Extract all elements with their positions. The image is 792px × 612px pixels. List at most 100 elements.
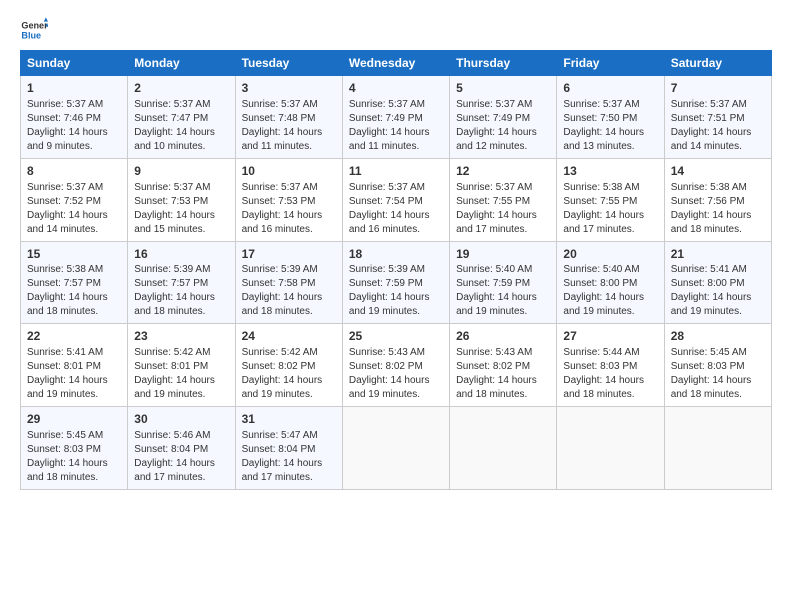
daylight-label: Daylight: 14 hours and 9 minutes.: [27, 127, 108, 152]
sunrise-label: Sunrise: 5:37 AM: [242, 182, 318, 193]
sunrise-label: Sunrise: 5:42 AM: [134, 347, 210, 358]
sunset-label: Sunset: 7:55 PM: [563, 196, 637, 207]
calendar-cell: 18 Sunrise: 5:39 AM Sunset: 7:59 PM Dayl…: [342, 241, 449, 324]
day-number: 2: [134, 80, 228, 97]
daylight-label: Daylight: 14 hours and 10 minutes.: [134, 127, 215, 152]
sunrise-label: Sunrise: 5:37 AM: [134, 182, 210, 193]
sunrise-label: Sunrise: 5:47 AM: [242, 430, 318, 441]
sunrise-label: Sunrise: 5:39 AM: [134, 264, 210, 275]
calendar-cell: [342, 407, 449, 490]
day-number: 20: [563, 246, 657, 263]
day-number: 21: [671, 246, 765, 263]
sunrise-label: Sunrise: 5:38 AM: [671, 182, 747, 193]
calendar-week-row: 29 Sunrise: 5:45 AM Sunset: 8:03 PM Dayl…: [21, 407, 772, 490]
calendar-cell: 22 Sunrise: 5:41 AM Sunset: 8:01 PM Dayl…: [21, 324, 128, 407]
calendar-cell: 30 Sunrise: 5:46 AM Sunset: 8:04 PM Dayl…: [128, 407, 235, 490]
calendar-cell: 14 Sunrise: 5:38 AM Sunset: 7:56 PM Dayl…: [664, 158, 771, 241]
day-number: 6: [563, 80, 657, 97]
sunset-label: Sunset: 7:53 PM: [134, 196, 208, 207]
sunset-label: Sunset: 8:01 PM: [134, 361, 208, 372]
day-number: 14: [671, 163, 765, 180]
sunset-label: Sunset: 7:51 PM: [671, 113, 745, 124]
day-number: 7: [671, 80, 765, 97]
svg-text:Blue: Blue: [21, 30, 41, 40]
weekday-header: Tuesday: [235, 51, 342, 76]
sunset-label: Sunset: 8:04 PM: [134, 444, 208, 455]
daylight-label: Daylight: 14 hours and 18 minutes.: [671, 210, 752, 235]
daylight-label: Daylight: 14 hours and 12 minutes.: [456, 127, 537, 152]
day-number: 5: [456, 80, 550, 97]
day-number: 31: [242, 411, 336, 428]
calendar-week-row: 22 Sunrise: 5:41 AM Sunset: 8:01 PM Dayl…: [21, 324, 772, 407]
sunrise-label: Sunrise: 5:37 AM: [27, 99, 103, 110]
calendar-cell: 12 Sunrise: 5:37 AM Sunset: 7:55 PM Dayl…: [450, 158, 557, 241]
day-number: 11: [349, 163, 443, 180]
calendar-cell: 8 Sunrise: 5:37 AM Sunset: 7:52 PM Dayli…: [21, 158, 128, 241]
calendar-week-row: 15 Sunrise: 5:38 AM Sunset: 7:57 PM Dayl…: [21, 241, 772, 324]
daylight-label: Daylight: 14 hours and 18 minutes.: [27, 458, 108, 483]
calendar-cell: 25 Sunrise: 5:43 AM Sunset: 8:02 PM Dayl…: [342, 324, 449, 407]
sunset-label: Sunset: 7:46 PM: [27, 113, 101, 124]
daylight-label: Daylight: 14 hours and 17 minutes.: [563, 210, 644, 235]
weekday-header: Friday: [557, 51, 664, 76]
calendar-cell: 7 Sunrise: 5:37 AM Sunset: 7:51 PM Dayli…: [664, 76, 771, 159]
calendar-cell: 31 Sunrise: 5:47 AM Sunset: 8:04 PM Dayl…: [235, 407, 342, 490]
sunset-label: Sunset: 7:53 PM: [242, 196, 316, 207]
daylight-label: Daylight: 14 hours and 18 minutes.: [671, 375, 752, 400]
sunset-label: Sunset: 7:55 PM: [456, 196, 530, 207]
calendar-cell: 13 Sunrise: 5:38 AM Sunset: 7:55 PM Dayl…: [557, 158, 664, 241]
calendar-cell: 1 Sunrise: 5:37 AM Sunset: 7:46 PM Dayli…: [21, 76, 128, 159]
sunrise-label: Sunrise: 5:38 AM: [563, 182, 639, 193]
calendar-cell: 16 Sunrise: 5:39 AM Sunset: 7:57 PM Dayl…: [128, 241, 235, 324]
daylight-label: Daylight: 14 hours and 18 minutes.: [456, 375, 537, 400]
day-number: 28: [671, 328, 765, 345]
daylight-label: Daylight: 14 hours and 16 minutes.: [349, 210, 430, 235]
daylight-label: Daylight: 14 hours and 11 minutes.: [242, 127, 323, 152]
weekday-header: Monday: [128, 51, 235, 76]
page: General Blue SundayMondayTuesdayWednesda…: [0, 0, 792, 500]
sunrise-label: Sunrise: 5:41 AM: [671, 264, 747, 275]
calendar-cell: 26 Sunrise: 5:43 AM Sunset: 8:02 PM Dayl…: [450, 324, 557, 407]
sunrise-label: Sunrise: 5:37 AM: [671, 99, 747, 110]
daylight-label: Daylight: 14 hours and 17 minutes.: [242, 458, 323, 483]
sunset-label: Sunset: 7:49 PM: [349, 113, 423, 124]
sunset-label: Sunset: 7:59 PM: [349, 278, 423, 289]
day-number: 22: [27, 328, 121, 345]
sunrise-label: Sunrise: 5:46 AM: [134, 430, 210, 441]
sunrise-label: Sunrise: 5:37 AM: [27, 182, 103, 193]
calendar-week-row: 1 Sunrise: 5:37 AM Sunset: 7:46 PM Dayli…: [21, 76, 772, 159]
calendar-cell: 23 Sunrise: 5:42 AM Sunset: 8:01 PM Dayl…: [128, 324, 235, 407]
sunset-label: Sunset: 8:03 PM: [671, 361, 745, 372]
day-number: 23: [134, 328, 228, 345]
day-number: 4: [349, 80, 443, 97]
sunrise-label: Sunrise: 5:40 AM: [563, 264, 639, 275]
day-number: 24: [242, 328, 336, 345]
calendar-table: SundayMondayTuesdayWednesdayThursdayFrid…: [20, 50, 772, 490]
day-number: 18: [349, 246, 443, 263]
day-number: 8: [27, 163, 121, 180]
day-number: 27: [563, 328, 657, 345]
sunrise-label: Sunrise: 5:39 AM: [349, 264, 425, 275]
daylight-label: Daylight: 14 hours and 17 minutes.: [456, 210, 537, 235]
daylight-label: Daylight: 14 hours and 15 minutes.: [134, 210, 215, 235]
sunset-label: Sunset: 8:03 PM: [563, 361, 637, 372]
sunset-label: Sunset: 7:47 PM: [134, 113, 208, 124]
day-number: 17: [242, 246, 336, 263]
sunrise-label: Sunrise: 5:42 AM: [242, 347, 318, 358]
day-number: 16: [134, 246, 228, 263]
sunset-label: Sunset: 7:57 PM: [27, 278, 101, 289]
sunset-label: Sunset: 8:03 PM: [27, 444, 101, 455]
calendar-cell: [450, 407, 557, 490]
day-number: 15: [27, 246, 121, 263]
sunset-label: Sunset: 8:02 PM: [456, 361, 530, 372]
sunrise-label: Sunrise: 5:44 AM: [563, 347, 639, 358]
sunrise-label: Sunrise: 5:45 AM: [671, 347, 747, 358]
weekday-header: Thursday: [450, 51, 557, 76]
calendar-cell: 10 Sunrise: 5:37 AM Sunset: 7:53 PM Dayl…: [235, 158, 342, 241]
svg-text:General: General: [21, 21, 48, 31]
daylight-label: Daylight: 14 hours and 19 minutes.: [349, 292, 430, 317]
calendar-cell: [557, 407, 664, 490]
daylight-label: Daylight: 14 hours and 19 minutes.: [27, 375, 108, 400]
calendar-cell: 3 Sunrise: 5:37 AM Sunset: 7:48 PM Dayli…: [235, 76, 342, 159]
calendar-cell: 6 Sunrise: 5:37 AM Sunset: 7:50 PM Dayli…: [557, 76, 664, 159]
